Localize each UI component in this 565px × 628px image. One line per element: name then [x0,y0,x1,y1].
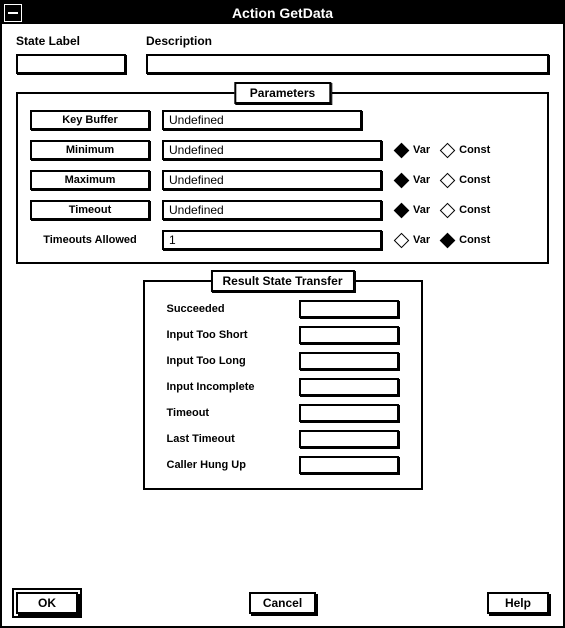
dialog-window: Action GetData State Label Description P… [0,0,565,628]
param-row-minimum: Minimum Undefined Var Const [30,140,535,160]
timeout-var-radio[interactable] [394,202,410,218]
param-row-maximum: Maximum Undefined Var Const [30,170,535,190]
timeouts-allowed-const-label[interactable]: Const [459,234,490,246]
minimum-value[interactable]: Undefined [162,140,382,160]
succeeded-input[interactable] [299,300,399,318]
input-too-short-input[interactable] [299,326,399,344]
caller-hung-up-label: Caller Hung Up [167,459,246,471]
maximum-const-label[interactable]: Const [459,174,490,186]
result-row-input-too-long: Input Too Long [167,352,399,370]
state-label-caption: State Label [16,34,126,48]
timeout-const-label[interactable]: Const [459,204,490,216]
timeout-value[interactable]: Undefined [162,200,382,220]
input-too-short-label: Input Too Short [167,329,248,341]
result-row-succeeded: Succeeded [167,300,399,318]
maximum-const-radio[interactable] [440,172,456,188]
maximum-var-radio[interactable] [394,172,410,188]
state-label-input[interactable] [16,54,126,74]
param-row-key-buffer: Key Buffer Undefined [30,110,535,130]
timeouts-allowed-label: Timeouts Allowed [30,234,150,246]
key-buffer-button[interactable]: Key Buffer [30,110,150,130]
maximum-value[interactable]: Undefined [162,170,382,190]
caller-hung-up-input[interactable] [299,456,399,474]
key-buffer-value[interactable]: Undefined [162,110,362,130]
result-timeout-label: Timeout [167,407,210,419]
system-menu-icon[interactable] [4,4,22,22]
result-row-caller-hung-up: Caller Hung Up [167,456,399,474]
maximum-button[interactable]: Maximum [30,170,150,190]
minimum-var-label[interactable]: Var [413,144,430,156]
timeout-var-label[interactable]: Var [413,204,430,216]
input-incomplete-label: Input Incomplete [167,381,255,393]
timeout-button[interactable]: Timeout [30,200,150,220]
description-input[interactable] [146,54,549,74]
result-row-timeout: Timeout [167,404,399,422]
result-legend: Result State Transfer [210,270,354,292]
result-row-last-timeout: Last Timeout [167,430,399,448]
minimum-const-radio[interactable] [440,142,456,158]
help-button[interactable]: Help [487,592,549,614]
minimum-button[interactable]: Minimum [30,140,150,160]
header-fields: State Label Description [16,34,549,74]
maximum-var-label[interactable]: Var [413,174,430,186]
param-row-timeouts-allowed: Timeouts Allowed 1 Var Const [30,230,535,250]
input-too-long-input[interactable] [299,352,399,370]
description-caption: Description [146,34,549,48]
parameters-legend: Parameters [234,82,331,104]
last-timeout-input[interactable] [299,430,399,448]
timeouts-allowed-var-radio[interactable] [394,232,410,248]
minimum-var-radio[interactable] [394,142,410,158]
dialog-content: State Label Description Parameters Key B… [2,24,563,490]
result-row-input-incomplete: Input Incomplete [167,378,399,396]
input-too-long-label: Input Too Long [167,355,246,367]
result-state-transfer-group: Result State Transfer Succeeded Input To… [143,280,423,490]
parameters-group: Parameters Key Buffer Undefined Minimum … [16,92,549,264]
minimum-const-label[interactable]: Const [459,144,490,156]
timeouts-allowed-const-radio[interactable] [440,232,456,248]
input-incomplete-input[interactable] [299,378,399,396]
param-row-timeout: Timeout Undefined Var Const [30,200,535,220]
timeouts-allowed-var-label[interactable]: Var [413,234,430,246]
title-bar: Action GetData [2,2,563,24]
window-title: Action GetData [2,5,563,21]
result-row-input-too-short: Input Too Short [167,326,399,344]
succeeded-label: Succeeded [167,303,225,315]
timeouts-allowed-value[interactable]: 1 [162,230,382,250]
last-timeout-label: Last Timeout [167,433,235,445]
result-timeout-input[interactable] [299,404,399,422]
dialog-button-row: OK Cancel Help [16,592,549,614]
cancel-button[interactable]: Cancel [249,592,316,614]
ok-button[interactable]: OK [16,592,78,614]
timeout-const-radio[interactable] [440,202,456,218]
